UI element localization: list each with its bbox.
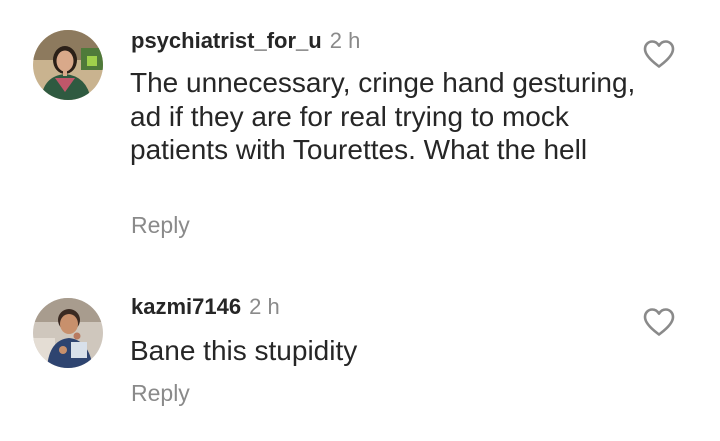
comment-meta: psychiatrist_for_u 2 h <box>131 28 360 54</box>
timestamp: 2 h <box>249 294 280 319</box>
like-button[interactable] <box>642 39 676 69</box>
username[interactable]: kazmi7146 <box>131 294 241 319</box>
username[interactable]: psychiatrist_for_u <box>131 28 322 53</box>
avatar[interactable] <box>33 30 103 100</box>
comment-meta: kazmi7146 2 h <box>131 294 280 320</box>
comment-item: psychiatrist_for_u 2 h The unnecessary, c… <box>0 0 720 262</box>
avatar[interactable] <box>33 298 103 368</box>
like-button[interactable] <box>642 307 676 337</box>
heart-outline-icon <box>643 308 675 336</box>
comment-text: Bane this stupidity <box>130 335 358 366</box>
comment-item: kazmi7146 2 h Bane this stupidity Reply <box>0 262 720 441</box>
timestamp: 2 h <box>329 28 361 53</box>
comment-text: The unnecessary, cringe hand gesturing, … <box>130 67 636 165</box>
avatar-image <box>33 30 103 100</box>
avatar-image <box>33 298 103 368</box>
reply-button[interactable]: Reply <box>131 380 190 407</box>
heart-outline-icon <box>643 40 675 68</box>
reply-button[interactable]: Reply <box>131 212 190 239</box>
